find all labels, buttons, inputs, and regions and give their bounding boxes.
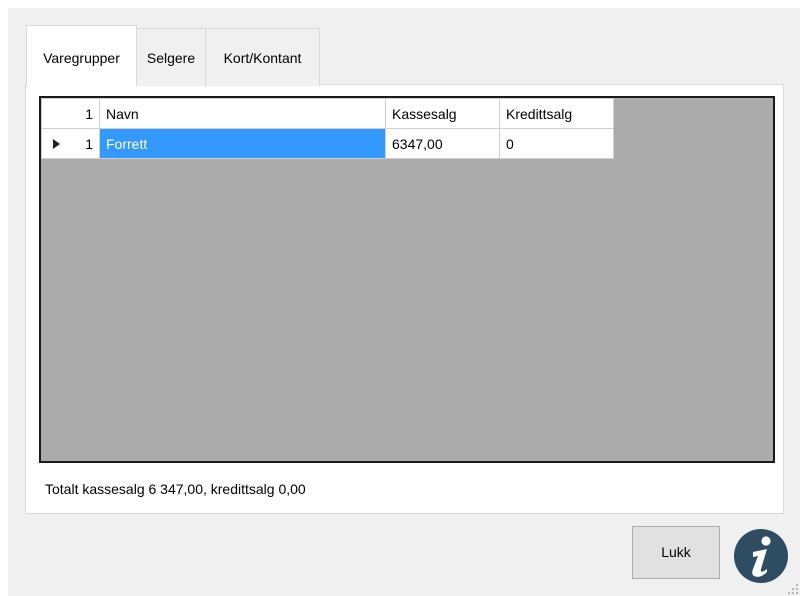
close-button[interactable]: Lukk [632,526,720,579]
grid-corner-cell[interactable]: 1 [41,98,100,129]
grid-table: 1 Navn Kassesalg Kredittsalg 1 Forrett 6… [41,98,614,159]
tab-varegrupper[interactable]: Varegrupper [26,25,137,86]
corner-value: 1 [85,106,93,122]
tab-selgere[interactable]: Selgere [136,28,206,86]
column-header-kassesalg[interactable]: Kassesalg [385,98,500,129]
column-header-kredittsalg[interactable]: Kredittsalg [499,98,614,129]
table-row[interactable]: 1 Forrett 6347,00 0 [41,128,614,159]
cell-kassesalg[interactable]: 6347,00 [385,128,500,159]
data-grid[interactable]: 1 Navn Kassesalg Kredittsalg 1 Forrett 6… [39,96,775,463]
sales-summary-text: Totalt kassesalg 6 347,00, kredittsalg 0… [45,481,306,497]
cell-kredittsalg[interactable]: 0 [499,128,614,159]
info-icon[interactable] [733,528,789,584]
resize-grip-icon[interactable] [788,584,798,594]
tab-kort-kontant[interactable]: Kort/Kontant [205,28,320,86]
column-header-navn[interactable]: Navn [99,98,386,129]
row-pointer-icon [53,139,60,149]
row-header-cell[interactable]: 1 [41,128,100,159]
row-number: 1 [85,136,93,152]
grid-header-row: 1 Navn Kassesalg Kredittsalg [41,98,614,129]
cell-navn[interactable]: Forrett [99,128,386,159]
